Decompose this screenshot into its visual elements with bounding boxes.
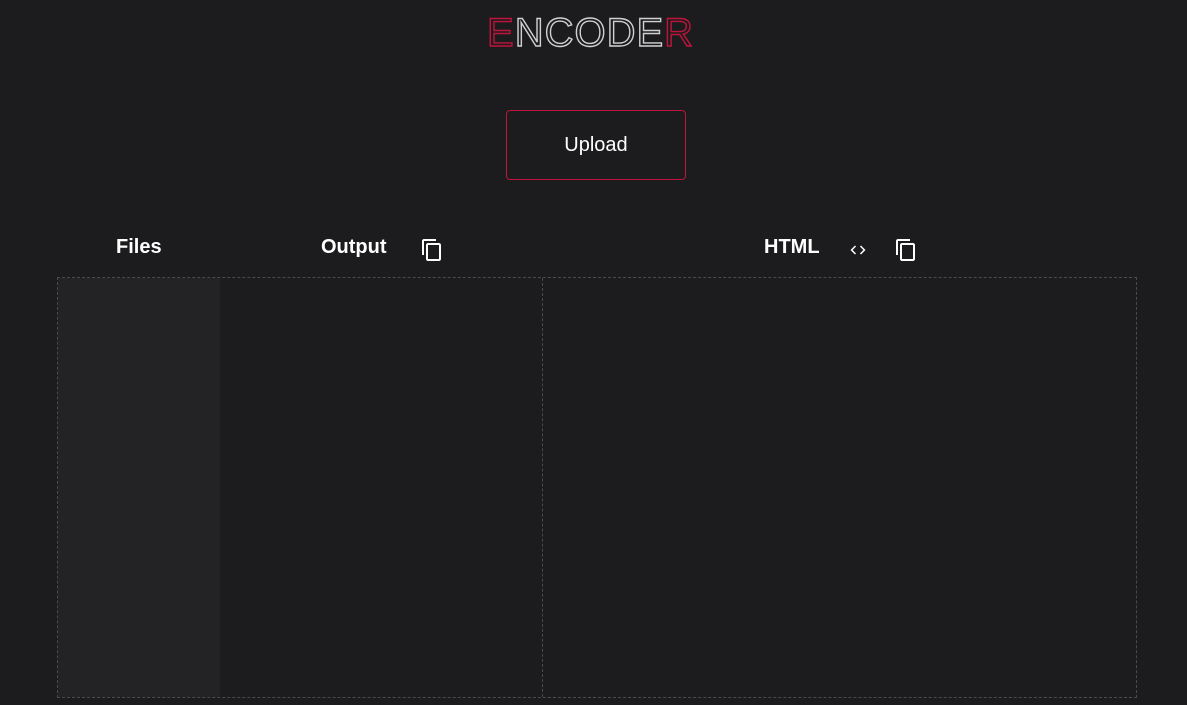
files-panel[interactable]: [58, 278, 220, 697]
html-code-icon[interactable]: [846, 238, 870, 262]
code-icon: [850, 245, 866, 255]
encoder-logo: ENCODER: [487, 10, 694, 52]
upload-button[interactable]: Upload: [506, 110, 686, 180]
output-panel[interactable]: [220, 278, 543, 697]
html-copy-icon[interactable]: [894, 238, 918, 262]
html-header: HTML: [764, 236, 820, 258]
panels-container: [57, 277, 1137, 698]
html-panel[interactable]: [543, 278, 1136, 697]
files-header: Files: [116, 236, 162, 258]
output-header: Output: [321, 236, 387, 258]
encoder-app: ENCODER Upload Files Output HTML: [0, 0, 1187, 705]
copy-icon: [896, 239, 915, 261]
output-copy-icon[interactable]: [420, 238, 444, 262]
copy-icon: [422, 239, 441, 261]
svg-text:ENCODER: ENCODER: [487, 11, 694, 52]
